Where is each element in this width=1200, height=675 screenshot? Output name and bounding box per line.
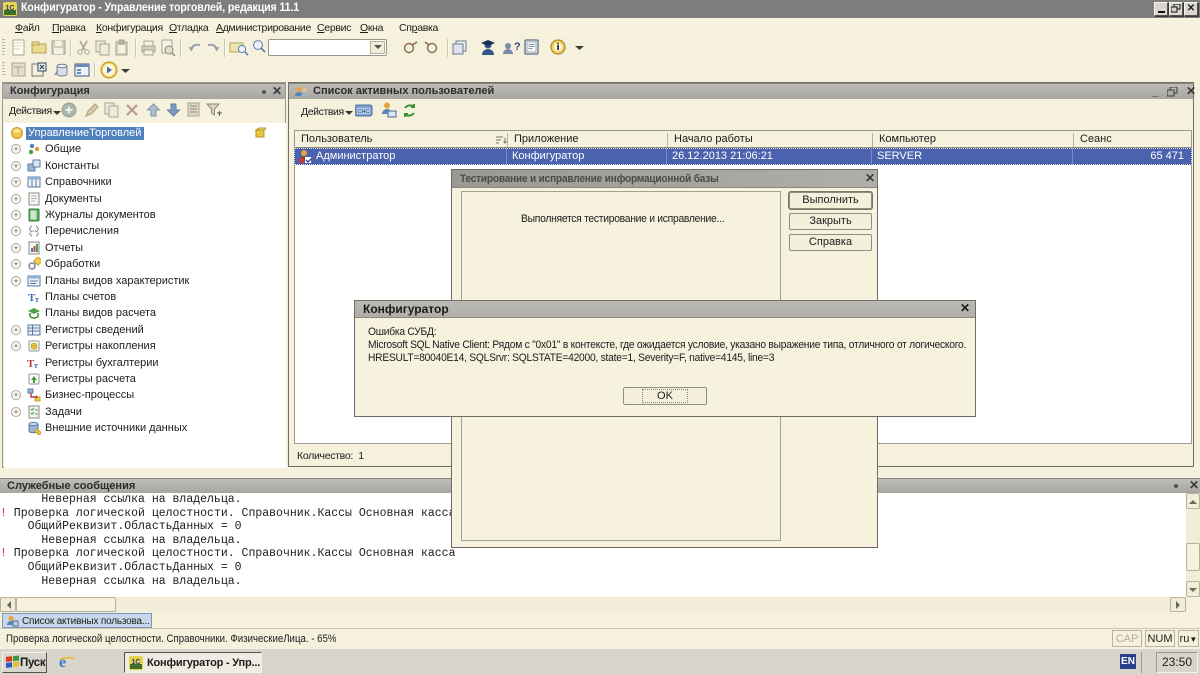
svg-text:CHC: CHC [358,109,370,115]
svg-text:т: т [34,361,38,370]
svg-text:т: т [35,295,39,304]
svg-text:1C: 1C [6,5,15,12]
svg-text:1C: 1C [132,659,141,666]
svg-text:?: ? [514,41,521,53]
svg-text:e: e [59,654,66,671]
